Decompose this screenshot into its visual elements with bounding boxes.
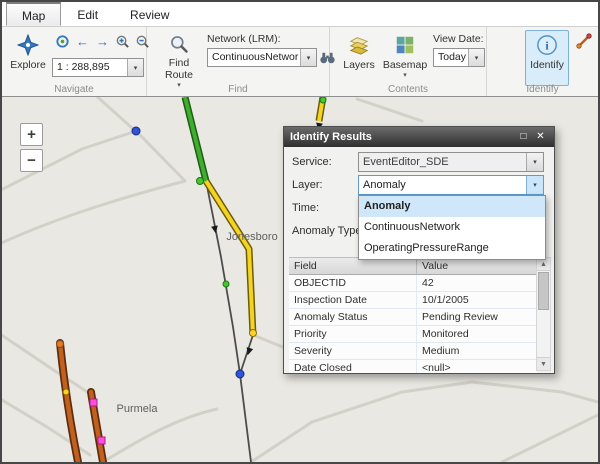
chevron-down-icon[interactable]: ▾ [300, 49, 316, 66]
layers-label: Layers [343, 60, 375, 71]
ribbon-group-contents: Layers Basemap ▾ View Date: Today ▾ Cont… [330, 27, 487, 96]
map-zoom-out-button[interactable]: − [20, 149, 43, 172]
map-zoom-control: + − [20, 123, 43, 172]
chevron-down-icon[interactable]: ▾ [526, 153, 543, 171]
find-route-label-1: Find [169, 58, 189, 69]
chevron-down-icon[interactable]: ▾ [127, 59, 143, 76]
basemap-button[interactable]: Basemap ▾ [382, 30, 428, 86]
table-row[interactable]: OBJECTID 42 [289, 275, 537, 292]
close-icon[interactable]: ✕ [533, 130, 548, 144]
identify-group-label: Identify [487, 84, 598, 95]
tab-map[interactable]: Map [6, 2, 61, 26]
full-extent-icon[interactable] [54, 33, 71, 50]
explore-button[interactable]: Explore [5, 30, 51, 86]
forward-arrow-glyph: → [96, 33, 109, 50]
network-lrm-label: Network (LRM): [207, 33, 281, 45]
basemap-label: Basemap [383, 60, 427, 71]
view-date-combobox[interactable]: Today ▾ [433, 48, 485, 67]
table-row[interactable]: Inspection Date 10/1/2005 [289, 292, 537, 309]
back-arrow-glyph: ← [76, 33, 89, 50]
navigate-group-label: Navigate [2, 84, 146, 95]
magnifier-icon [169, 34, 189, 57]
table-row[interactable]: Date Closed <null> [289, 360, 537, 373]
table-row[interactable]: Anomaly Status Pending Review [289, 309, 537, 326]
network-combobox[interactable]: ContinuousNetwork ▾ [207, 48, 317, 67]
scrollbar-thumb[interactable] [538, 272, 549, 310]
service-label: Service: [292, 152, 332, 172]
chevron-down-icon[interactable]: ▾ [526, 176, 543, 194]
service-value: EventEditor_SDE [363, 153, 525, 171]
dropdown-option-operatingpressurerange[interactable]: OperatingPressureRange [359, 238, 545, 259]
value-cell: 10/1/2005 [417, 292, 537, 308]
table-row[interactable]: Severity Medium [289, 343, 537, 360]
layer-value: Anomaly [363, 176, 525, 194]
identify-results-titlebar[interactable]: Identify Results □ ✕ [284, 127, 554, 147]
layer-label: Layer: [292, 175, 323, 195]
map-canvas[interactable]: Jonesboro Purmela + − Identify Results □… [2, 97, 598, 462]
attributes-table: Field Value OBJECTID 42 Inspection Date … [289, 257, 537, 373]
identify-results-title: Identify Results [290, 131, 514, 143]
table-scrollbar[interactable]: ▲ ▼ [536, 257, 551, 371]
map-zoom-in-button[interactable]: + [20, 123, 43, 146]
find-group-label: Find [147, 84, 329, 95]
contents-group-label: Contents [330, 84, 486, 95]
field-cell: Priority [289, 326, 417, 342]
map-scale-value: 1 : 288,895 [57, 59, 126, 76]
field-cell: Severity [289, 343, 417, 359]
maximize-icon[interactable]: □ [516, 130, 531, 144]
field-cell: Date Closed [289, 360, 417, 373]
identify-button[interactable]: i Identify [525, 30, 569, 86]
anomaly-type-label: Anomaly Type: [292, 221, 365, 241]
next-extent-icon[interactable]: → [94, 33, 111, 50]
chevron-down-icon[interactable]: ▾ [468, 49, 484, 66]
identify-label: Identify [530, 60, 564, 71]
network-value: ContinuousNetwork [212, 49, 299, 66]
explore-label: Explore [10, 60, 46, 71]
dropdown-option-anomaly[interactable]: Anomaly [359, 196, 545, 217]
zoom-in-icon[interactable] [114, 33, 131, 50]
scrollbar-down-icon[interactable]: ▼ [537, 357, 550, 370]
layers-icon [348, 34, 370, 59]
previous-extent-icon[interactable]: ← [74, 33, 91, 50]
ribbon-tab-bar: Map Edit Review [2, 2, 598, 27]
view-date-label: View Date: [433, 33, 484, 45]
value-cell: Pending Review [417, 309, 537, 325]
ribbon: Explore ← → 1 : 288,895 ▾ Navigate [2, 27, 598, 97]
dropdown-option-continuousnetwork[interactable]: ContinuousNetwork [359, 217, 545, 238]
time-label: Time: [292, 198, 319, 218]
layer-combobox[interactable]: Anomaly ▾ [358, 175, 544, 195]
value-column-header[interactable]: Value [417, 258, 537, 274]
tab-edit[interactable]: Edit [61, 2, 114, 26]
map-scale-combobox[interactable]: 1 : 288,895 ▾ [52, 58, 144, 77]
find-route-label-2: Route [165, 70, 193, 81]
navigate-tools: ← → [54, 33, 151, 50]
chevron-down-icon: ▾ [403, 72, 407, 79]
service-combobox[interactable]: EventEditor_SDE ▾ [358, 152, 544, 172]
identify-results-panel: Identify Results □ ✕ Service: EventEdito… [283, 126, 555, 374]
field-cell: OBJECTID [289, 275, 417, 291]
ribbon-group-find: Find Route ▾ Network (LRM): ContinuousNe… [147, 27, 330, 96]
table-row[interactable]: Priority Monitored [289, 326, 537, 343]
explore-compass-icon [17, 34, 39, 59]
identify-route-icon[interactable] [575, 32, 592, 49]
field-cell: Anomaly Status [289, 309, 417, 325]
tab-review[interactable]: Review [114, 2, 185, 26]
ribbon-group-navigate: Explore ← → 1 : 288,895 ▾ Navigate [2, 27, 147, 96]
layer-dropdown-list: Anomaly ContinuousNetwork OperatingPress… [358, 195, 546, 260]
app-window: Map Edit Review Explore ← → [0, 0, 600, 464]
field-column-header[interactable]: Field [289, 258, 417, 274]
value-cell: Monitored [417, 326, 537, 342]
view-date-value: Today [438, 49, 467, 66]
find-route-button[interactable]: Find Route ▾ [157, 30, 201, 86]
table-header-row: Field Value [289, 258, 537, 275]
value-cell: Medium [417, 343, 537, 359]
value-cell: 42 [417, 275, 537, 291]
value-cell: <null> [417, 360, 537, 373]
identify-info-icon: i [536, 34, 558, 59]
ribbon-group-identify: i Identify Identify [487, 27, 598, 96]
basemap-icon [394, 34, 416, 59]
map-label-purmela: Purmela [97, 403, 177, 415]
field-cell: Inspection Date [289, 292, 417, 308]
layers-button[interactable]: Layers [338, 30, 380, 86]
